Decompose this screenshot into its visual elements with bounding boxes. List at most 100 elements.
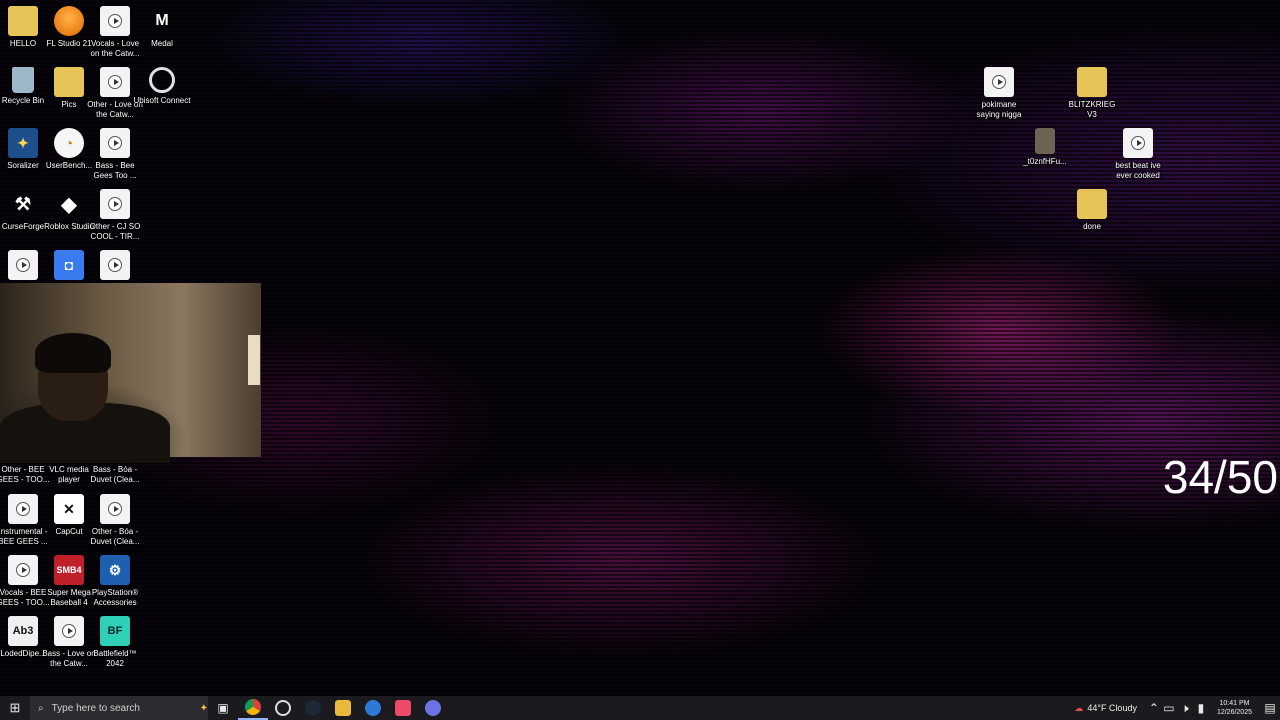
media-file-icon [100,128,130,158]
taskbar-discord[interactable] [418,696,448,720]
search-highlight-icon: ✦ [199,702,208,714]
userbenchmark-icon: ◔ [54,128,84,158]
search-box[interactable]: ⌕ Type here to search ✦ [30,696,208,720]
network-icon: ▭ [1163,701,1175,715]
show-hidden-icons-button[interactable]: ⌃ [1147,696,1161,720]
folder-icon [1077,189,1107,219]
curseforge-icon: ⚒ [14,193,32,214]
desktop-icon-pokimane[interactable]: pokimane saying nigga [976,67,1022,120]
folder-icon [54,67,84,97]
chrome-icon [245,699,261,715]
media-file-icon [1123,128,1153,158]
image-file-icon [1035,128,1055,154]
desktop-icon-ps-accessories[interactable]: ⚙ PlayStation® Accessories [92,555,138,608]
volume-button[interactable]: 🕨 [1177,696,1193,720]
weather-text: 44°F Cloudy [1087,703,1137,713]
overlay-counter: 34/50 [1162,451,1278,503]
medal-icon: M [155,12,169,29]
icon-label: BLITZKRIEG V3 [1068,100,1116,119]
icon-label: pokimane saying nigga [976,100,1022,119]
icon-label: best beat ive ever cooked [1115,161,1161,180]
microphone-icon: ▮ [1197,701,1205,715]
taskbar-itunes[interactable] [388,696,418,720]
desktop-icon-media-partial-2[interactable] [92,250,138,280]
desktop-icon-other-cj[interactable]: Other - CJ SO COOL - TIR... [90,189,140,242]
media-file-icon [8,494,38,524]
folder-icon [8,6,38,36]
desktop-icon-roblox-partial[interactable]: ◘ [46,250,92,280]
media-file-icon [100,494,130,524]
microphone-button[interactable]: ▮ [1193,696,1209,720]
taskbar-app-blue[interactable] [358,696,388,720]
weather-widget[interactable]: ☁ 44°F Cloudy [1074,703,1137,714]
start-button[interactable]: ⊞ [0,696,30,720]
desktop-icon-vocals-love[interactable]: Vocals - Love on the Catw... [91,6,139,59]
cloud-icon: ☁ [1074,702,1084,713]
taskbar-steam[interactable] [298,696,328,720]
file-explorer-icon [335,700,351,716]
playstation-icon: ⚙ [100,555,130,585]
desktop-icon-bass-boa[interactable]: Bass - Bóa - Duvet (Clea... [91,462,140,485]
media-file-icon [100,189,130,219]
task-view-button[interactable]: ▣ [208,696,238,720]
icon-label: Other - CJ SO COOL - TIR... [89,222,141,241]
taskbar-app-2[interactable] [268,696,298,720]
icon-label: PlayStation® Accessories [91,588,139,607]
recycle-bin-icon [12,67,34,93]
media-file-icon [100,6,130,36]
roblox-icon: ◘ [54,250,84,280]
taskbar: ⊞ ⌕ Type here to search ✦ ▣ ☁ 44°F Cloud… [0,696,1280,720]
soralizer-icon: ✦ [8,128,38,158]
music-icon [395,700,411,716]
clock-time: 10:41 PM [1219,700,1250,707]
volume-icon: 🕨 [1181,700,1189,715]
webcam-person-hair [35,333,111,373]
desktop-icon-other-boa[interactable]: Other - Bóa - Duvet (Clea... [91,494,139,547]
desktop-icon-bass-bee-gees[interactable]: Bass - Bee Gees Too ... [92,128,138,181]
system-tray: ☁ 44°F Cloudy ⌃ ▭ 🕨 ▮ 10:41 PM 12/26/202… [1074,696,1280,720]
desktop-icon-battlefield[interactable]: BF Battlefield™ 2042 [92,616,138,669]
circular-app-icon [275,700,291,716]
icon-label: Medal [151,39,173,48]
icon-label: Bass - Bee Gees Too ... [93,161,137,180]
taskbar-chrome[interactable] [238,696,268,720]
windows-icon: ⊞ [9,700,21,715]
icon-label: done [1083,222,1101,231]
desktop: HELLO Recycle Bin ✦ Soralizer ⚒ CurseFor… [0,0,1280,696]
desktop-icon-media-partial[interactable] [0,250,46,280]
roblox-studio-icon: ◆ [61,193,77,216]
media-file-icon [8,250,38,280]
icon-label: Bass - Bóa - Duvet (Clea... [90,465,140,484]
desktop-icon-medal[interactable]: M Medal [139,6,185,49]
discord-icon [425,700,441,716]
media-file-icon [100,250,130,280]
desktop-icon-best-beat[interactable]: best beat ive ever cooked [1115,128,1161,181]
chevron-up-icon: ⌃ [1148,701,1159,715]
search-icon: ⌕ [38,702,44,714]
desktop-icon-image-file[interactable]: _t0znfHFu... [1022,128,1068,167]
network-button[interactable]: ▭ [1161,696,1177,720]
steam-icon [305,700,321,716]
media-file-icon [100,67,130,97]
desktop-icon-instrumental-bee-gees[interactable]: Instrumental - BEE GEES ... [0,494,48,547]
abc-icon: Ab3 [8,616,38,646]
media-file-icon [8,555,38,585]
taskbar-file-explorer[interactable] [328,696,358,720]
blue-app-icon [365,700,381,716]
desktop-icon-done[interactable]: done [1069,189,1115,232]
clock[interactable]: 10:41 PM 12/26/2025 [1217,699,1252,717]
clock-date: 12/26/2025 [1216,709,1252,716]
icon-label: Other - Bóa - Duvet (Clea... [90,527,140,546]
icon-label: Ubisoft Connect [133,96,191,105]
media-file-icon [984,67,1014,97]
webcam-lamp [248,335,260,385]
icon-label: Battlefield™ 2042 [93,649,137,668]
notifications-button[interactable]: ▤ [1260,696,1280,720]
desktop-icon-other-love[interactable]: Other - Love on the Catw... [87,67,143,120]
fl-studio-icon [54,6,84,36]
capcut-icon: ✕ [54,494,84,524]
desktop-icon-blitzkrieg[interactable]: BLITZKRIEG V3 [1069,67,1115,120]
smb4-icon: SMB4 [54,555,84,585]
search-placeholder: Type here to search [51,702,140,714]
desktop-icon-ubisoft[interactable]: Ubisoft Connect [134,67,190,106]
